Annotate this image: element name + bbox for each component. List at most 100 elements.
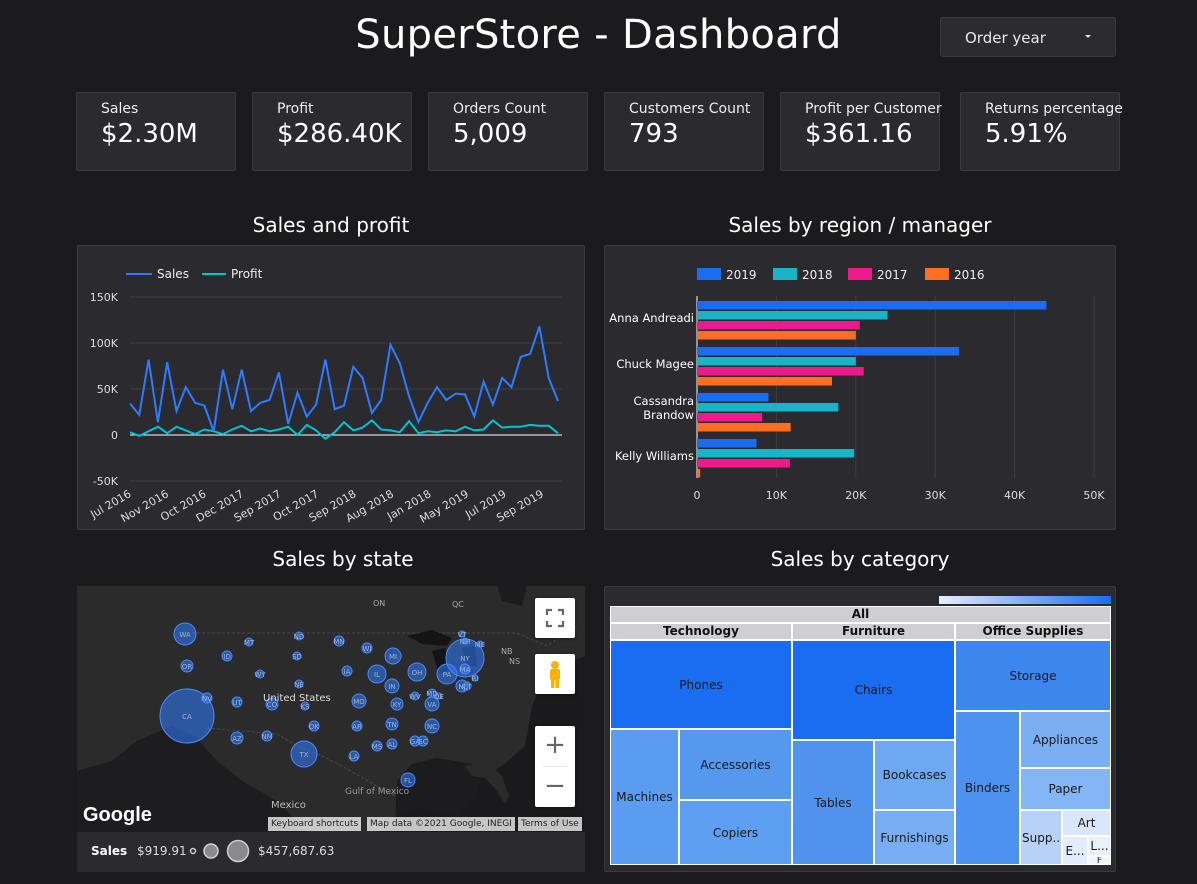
category-label: Chuck Magee — [616, 357, 694, 371]
state-label-la: LA — [350, 753, 359, 761]
treemap-cell-tables[interactable]: Tables — [792, 740, 874, 865]
state-label-ne: NE — [294, 681, 304, 689]
bar-2016 — [697, 377, 832, 386]
category-title: Sales by category — [770, 547, 950, 571]
google-logo: Google — [83, 804, 152, 826]
kpi-label: Orders Count — [453, 101, 547, 117]
treemap-cell-envelopes[interactable]: E... — [1062, 836, 1088, 865]
legend-sales-label: Sales — [157, 267, 189, 281]
x-tick-label: 40K — [1004, 489, 1026, 502]
treemap-cell-bookcases[interactable]: Bookcases — [874, 740, 955, 810]
legend-max: $457,687.63 — [258, 844, 335, 858]
legend-label-2019: 2019 — [726, 268, 757, 282]
zoom-control: + − — [535, 726, 575, 807]
kpi-profit: Profit $286.40K — [252, 92, 412, 171]
state-label-il: IL — [374, 671, 380, 679]
bar-2019 — [697, 347, 960, 356]
map-label-us: United States — [263, 693, 331, 704]
kpi-orders-count: Orders Count 5,009 — [428, 92, 588, 171]
street-view-button[interactable] — [535, 654, 575, 694]
zoom-in-button[interactable]: + — [535, 726, 575, 766]
kpi-value: $286.40K — [277, 119, 402, 149]
state-label-nh: NH — [460, 638, 471, 646]
legend-swatch-2019 — [697, 268, 721, 280]
state-label-sd: SD — [292, 653, 302, 661]
legend-label-2018: 2018 — [802, 268, 833, 282]
treemap-cell-accessories[interactable]: Accessories — [679, 729, 792, 800]
legend-label-2017: 2017 — [877, 268, 908, 282]
bar-2019 — [697, 439, 757, 448]
zoom-out-button[interactable]: − — [535, 767, 575, 807]
treemap-cell-chairs[interactable]: Chairs — [792, 640, 955, 740]
state-label-az: AZ — [232, 735, 242, 743]
treemap-root: All — [610, 606, 1111, 623]
region-manager-title: Sales by region / manager — [728, 213, 992, 237]
kpi-profit-per-customer: Profit per Customer $361.16 — [780, 92, 942, 171]
bar-2019 — [697, 301, 1047, 310]
state-title: Sales by state — [272, 547, 414, 571]
map-data-attribution: Map data ©2021 Google, INEGI — [367, 817, 515, 831]
state-label-ok: OK — [309, 723, 320, 731]
treemap-cell-storage[interactable]: Storage — [955, 640, 1111, 711]
category-label: Kelly Williams — [615, 449, 694, 463]
sales-profit-title: Sales and profit — [252, 213, 410, 237]
state-label-ky: KY — [393, 701, 402, 709]
state-label-tn: TN — [386, 721, 397, 729]
treemap-cell-supplies[interactable]: Supp... — [1020, 810, 1062, 865]
treemap-cell-binders[interactable]: Binders — [955, 711, 1020, 865]
treemap-group-furniture[interactable]: Furniture — [792, 623, 955, 640]
map-label-mexico: Mexico — [271, 800, 306, 811]
treemap-group-technology[interactable]: Technology — [610, 623, 792, 640]
kpi-value: 5.91% — [985, 119, 1068, 149]
state-label-mt: MT — [244, 639, 255, 647]
order-year-dropdown[interactable]: Order year — [940, 17, 1116, 57]
category-label: Cassandra — [634, 394, 694, 408]
state-label-ar: AR — [352, 723, 362, 731]
treemap-cell-art[interactable]: Art — [1062, 810, 1111, 836]
x-tick-label: 30K — [925, 489, 947, 502]
kpi-label: Sales — [101, 101, 139, 117]
state-label-nm: NM — [261, 733, 272, 741]
state-label-mi: MI — [389, 653, 397, 661]
terms-of-use-link[interactable]: Terms of Use — [518, 817, 582, 831]
treemap-cell-labels[interactable]: L... — [1088, 836, 1111, 856]
keyboard-shortcuts-link[interactable]: Keyboard shortcuts — [268, 817, 362, 831]
sales-line — [129, 326, 559, 432]
treemap-cell-furnishings[interactable]: Furnishings — [874, 810, 955, 865]
bar-2018 — [697, 449, 855, 458]
state-label-fl: FL — [404, 777, 412, 785]
fullscreen-button[interactable] — [535, 598, 575, 638]
sales-by-state-map[interactable]: WA OR CA NV ID MT UT AZ CO NM WY ND SD NE KS OK TX MN IA MO… — [77, 586, 585, 832]
treemap-cell-fasteners[interactable]: F — [1088, 856, 1111, 865]
x-tick-label: 50K — [1083, 489, 1105, 502]
sales-profit-chart-panel: 150K 100K 50K 0 -50K Jul 2016 Nov 2016 Oct 2016… — [77, 245, 585, 530]
state-label-sc: SC — [418, 738, 427, 746]
map-label-qc: QC — [452, 600, 464, 609]
state-label-nc: NC — [427, 723, 437, 731]
legend-label: Sales — [91, 844, 128, 858]
kpi-customers-count: Customers Count 793 — [604, 92, 764, 171]
legend-label-2016: 2016 — [954, 268, 985, 282]
kpi-label: Profit per Customer — [805, 101, 942, 117]
fullscreen-icon — [545, 608, 565, 628]
kpi-sales: Sales $2.30M — [76, 92, 236, 171]
color-scale-legend — [939, 596, 1111, 604]
map-legend: Sales $919.91 $457,687.63 — [77, 832, 585, 872]
bar-2017 — [697, 321, 860, 330]
treemap-cell-appliances[interactable]: Appliances — [1020, 711, 1111, 768]
bar-2018 — [697, 311, 888, 320]
treemap-cell-copiers[interactable]: Copiers — [679, 800, 792, 865]
bar-2016 — [697, 331, 856, 340]
treemap-cell-machines[interactable]: Machines — [610, 729, 679, 865]
bar-2016 — [697, 469, 701, 478]
bar-2017 — [697, 459, 790, 468]
treemap-cell-phones[interactable]: Phones — [610, 640, 792, 729]
state-label-ca: CA — [182, 713, 192, 721]
bar-2016 — [697, 423, 791, 432]
legend-swatch-2016 — [925, 268, 949, 280]
map-canvas[interactable]: WAORCANVIDMTUTAZCONMWYNDSDNEKSOKTXMNIAMO… — [77, 586, 585, 832]
bar-2019 — [697, 393, 769, 402]
state-label-nj: NJ — [458, 683, 465, 691]
treemap-group-office-supplies[interactable]: Office Supplies — [955, 623, 1111, 640]
treemap-cell-paper[interactable]: Paper — [1020, 768, 1111, 810]
